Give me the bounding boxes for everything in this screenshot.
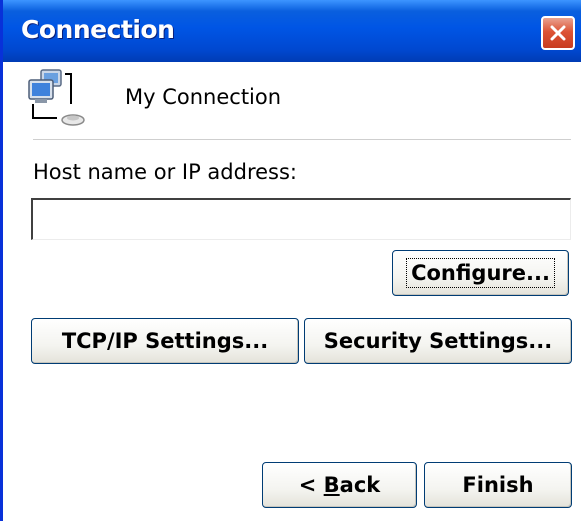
window-title: Connection: [21, 15, 175, 44]
connection-dialog: Connection My Connection Host name or IP…: [0, 0, 581, 521]
host-input[interactable]: [31, 198, 571, 240]
security-settings-label: Security Settings...: [323, 329, 553, 353]
close-button[interactable]: [541, 16, 575, 50]
finish-button[interactable]: Finish: [424, 462, 572, 508]
security-settings-button[interactable]: Security Settings...: [304, 318, 572, 364]
back-button-rest: ack: [339, 473, 381, 497]
host-label: Host name or IP address:: [33, 160, 297, 184]
tcpip-settings-label: TCP/IP Settings...: [61, 329, 269, 353]
finish-button-label: Finish: [462, 473, 534, 497]
network-computer-icon: [28, 69, 85, 126]
title-bar[interactable]: Connection: [3, 0, 581, 62]
connection-name: My Connection: [125, 85, 282, 109]
back-button-prefix: <: [298, 473, 324, 497]
back-button[interactable]: < Back: [262, 462, 417, 508]
separator: [33, 139, 571, 141]
back-button-mnemonic: B: [323, 473, 340, 497]
tcpip-settings-button[interactable]: TCP/IP Settings...: [31, 318, 299, 364]
configure-button[interactable]: Configure...: [392, 250, 569, 296]
configure-button-label: Configure...: [406, 258, 555, 288]
close-icon: [550, 25, 566, 41]
